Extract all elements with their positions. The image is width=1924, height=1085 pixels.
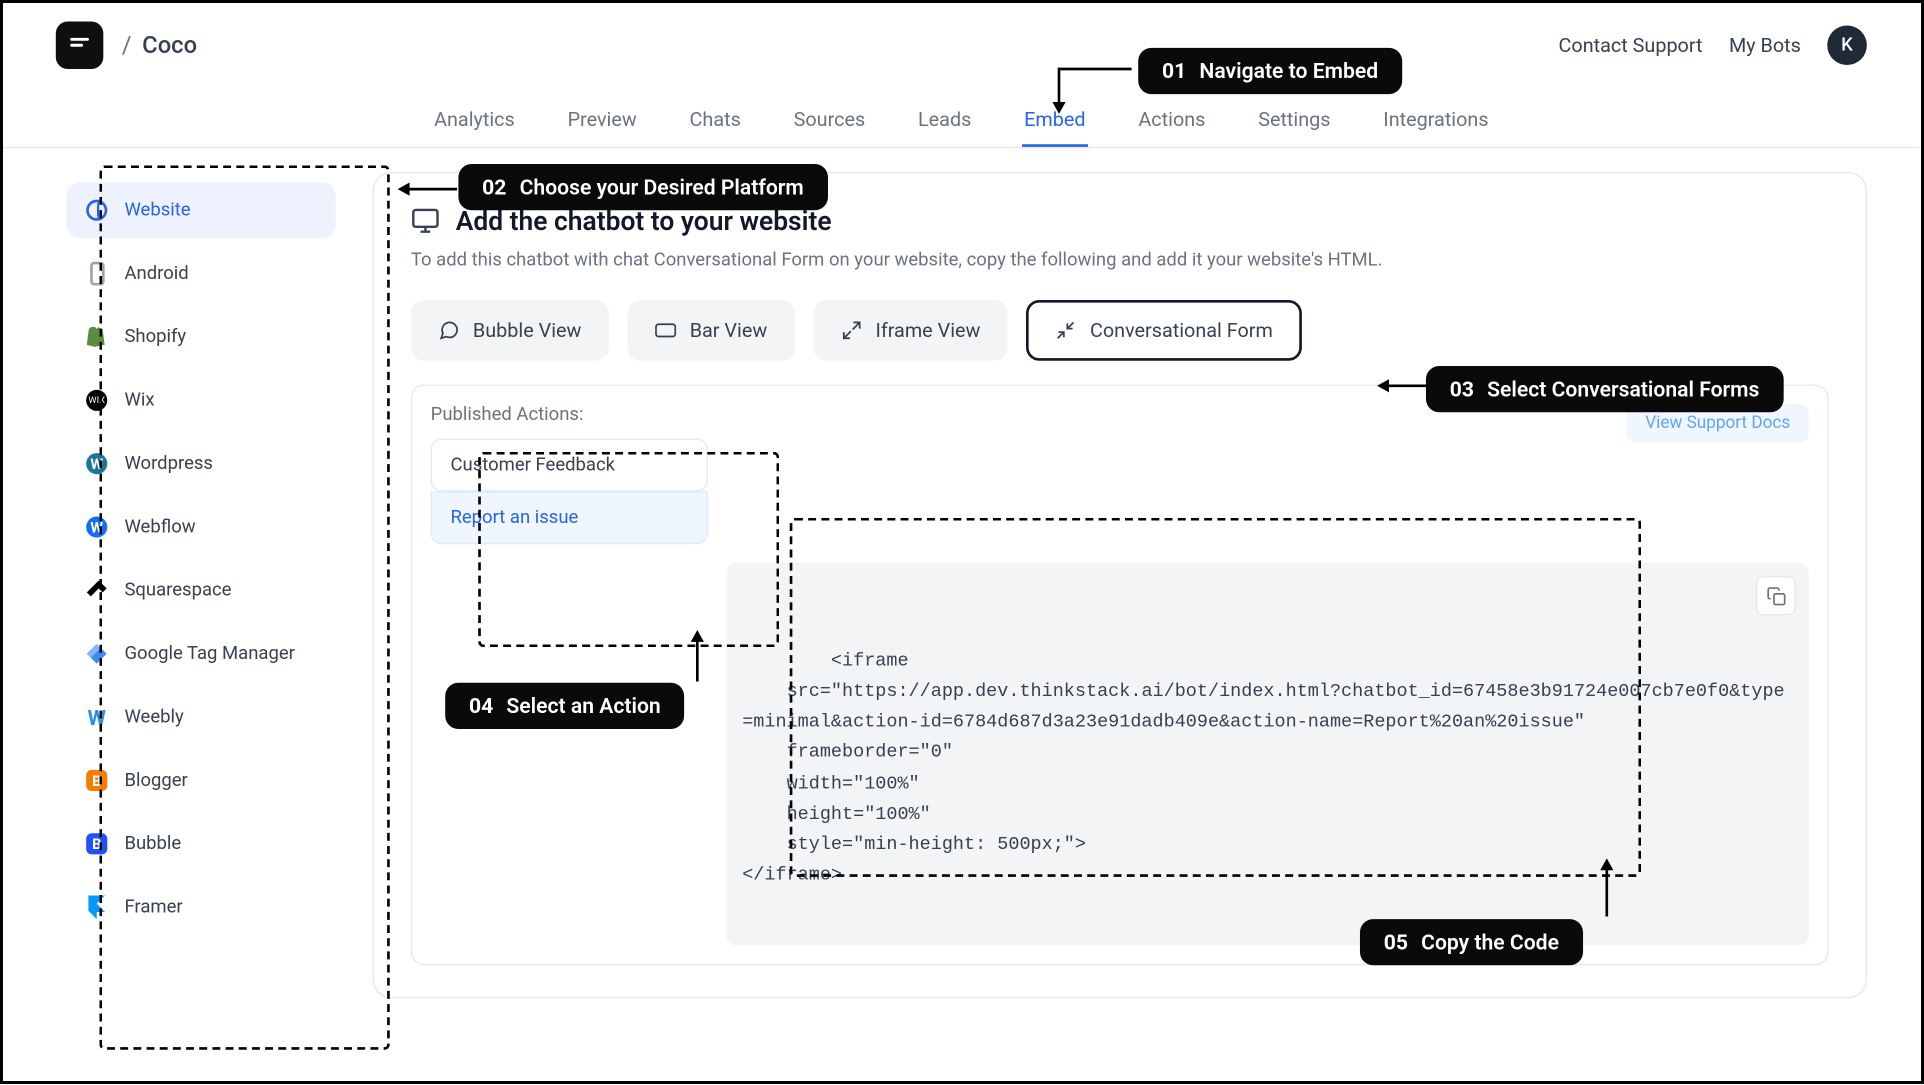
sidebar-item-shopify[interactable]: Shopify: [66, 309, 335, 364]
contact-support-link[interactable]: Contact Support: [1559, 33, 1703, 57]
tab-integrations[interactable]: Integrations: [1381, 94, 1492, 147]
chat-bubble-icon: [439, 320, 460, 341]
bubble-icon: B: [85, 832, 109, 856]
tab-analytics[interactable]: Analytics: [431, 94, 517, 147]
action-report-issue[interactable]: Report an issue: [431, 491, 708, 544]
main-tabs: Analytics Preview Chats Sources Leads Em…: [3, 89, 1920, 148]
sidebar-item-website[interactable]: Website: [66, 183, 335, 238]
copy-code-button[interactable]: [1756, 576, 1796, 616]
sidebar-item-label: Wordpress: [124, 453, 213, 474]
my-bots-link[interactable]: My Bots: [1729, 33, 1801, 57]
bubble-view-button[interactable]: Bubble View: [411, 300, 609, 361]
sidebar-item-label: Bubble: [124, 833, 181, 854]
phone-icon: [85, 262, 109, 286]
sidebar-item-label: Framer: [124, 897, 182, 918]
button-label: Bar View: [690, 318, 768, 342]
main-heading: Add the chatbot to your website: [456, 205, 832, 237]
published-actions-box: Published Actions: Customer Feedback Rep…: [431, 404, 708, 544]
platform-sidebar: Website Android Shopify WIX Wix W Wordpr…: [56, 172, 346, 998]
main-description: To add this chatbot with chat Conversati…: [411, 250, 1829, 271]
wordpress-icon: W: [85, 452, 109, 476]
sidebar-item-webflow[interactable]: W Webflow: [66, 499, 335, 554]
weebly-icon: W: [85, 705, 109, 729]
globe-icon: [85, 198, 109, 222]
sidebar-item-weebly[interactable]: W Weebly: [66, 689, 335, 744]
sidebar-item-label: Android: [124, 263, 188, 284]
sidebar-item-squarespace[interactable]: Squarespace: [66, 563, 335, 618]
tab-sources[interactable]: Sources: [791, 94, 868, 147]
sidebar-item-label: Website: [124, 200, 190, 221]
sidebar-item-label: Webflow: [124, 516, 195, 537]
conversational-form-button[interactable]: Conversational Form: [1027, 300, 1302, 361]
sidebar-item-label: Blogger: [124, 770, 187, 791]
button-label: Iframe View: [875, 318, 980, 342]
blogger-icon: B: [85, 769, 109, 793]
code-content[interactable]: <iframe src="https://app.dev.thinkstack.…: [742, 651, 1784, 886]
breadcrumb-separator: /: [122, 31, 132, 59]
sidebar-item-blogger[interactable]: B Blogger: [66, 753, 335, 808]
action-customer-feedback[interactable]: Customer Feedback: [431, 439, 708, 492]
tab-embed[interactable]: Embed: [1022, 94, 1089, 147]
button-label: Bubble View: [473, 318, 582, 342]
tab-leads[interactable]: Leads: [915, 94, 974, 147]
squarespace-icon: [85, 579, 109, 603]
expand-icon: [841, 320, 862, 341]
sidebar-item-label: Squarespace: [124, 580, 231, 601]
sidebar-item-label: Shopify: [124, 326, 186, 347]
monitor-icon: [411, 206, 440, 235]
gtm-icon: [85, 642, 109, 666]
main-panel: Add the chatbot to your website To add t…: [373, 172, 1867, 998]
sidebar-item-gtm[interactable]: Google Tag Manager: [66, 626, 335, 681]
webflow-icon: W: [85, 515, 109, 539]
actions-title: Published Actions:: [431, 404, 708, 425]
breadcrumb-title[interactable]: Coco: [142, 31, 197, 59]
bar-view-button[interactable]: Bar View: [628, 300, 795, 361]
tab-actions[interactable]: Actions: [1136, 94, 1208, 147]
sidebar-item-framer[interactable]: Framer: [66, 879, 335, 934]
tab-preview[interactable]: Preview: [565, 94, 639, 147]
button-label: Conversational Form: [1090, 318, 1273, 342]
sidebar-item-wix[interactable]: WIX Wix: [66, 373, 335, 428]
tab-settings[interactable]: Settings: [1256, 94, 1334, 147]
wix-icon: WIX: [85, 388, 109, 412]
bar-icon: [655, 320, 676, 341]
sidebar-item-wordpress[interactable]: W Wordpress: [66, 436, 335, 491]
app-logo[interactable]: [56, 21, 104, 69]
sidebar-item-label: Wix: [124, 390, 154, 411]
sidebar-item-bubble[interactable]: B Bubble: [66, 816, 335, 871]
sidebar-item-label: Google Tag Manager: [124, 643, 294, 664]
framer-icon: [85, 895, 109, 919]
sidebar-item-android[interactable]: Android: [66, 246, 335, 301]
collapse-icon: [1056, 320, 1077, 341]
tab-chats[interactable]: Chats: [687, 94, 744, 147]
iframe-view-button[interactable]: Iframe View: [813, 300, 1008, 361]
user-avatar[interactable]: K: [1827, 25, 1867, 65]
sidebar-item-label: Weebly: [124, 707, 183, 728]
embed-code-box: <iframe src="https://app.dev.thinkstack.…: [726, 563, 1808, 946]
shopify-icon: [85, 325, 109, 349]
view-support-docs-link[interactable]: View Support Docs: [1627, 404, 1809, 442]
